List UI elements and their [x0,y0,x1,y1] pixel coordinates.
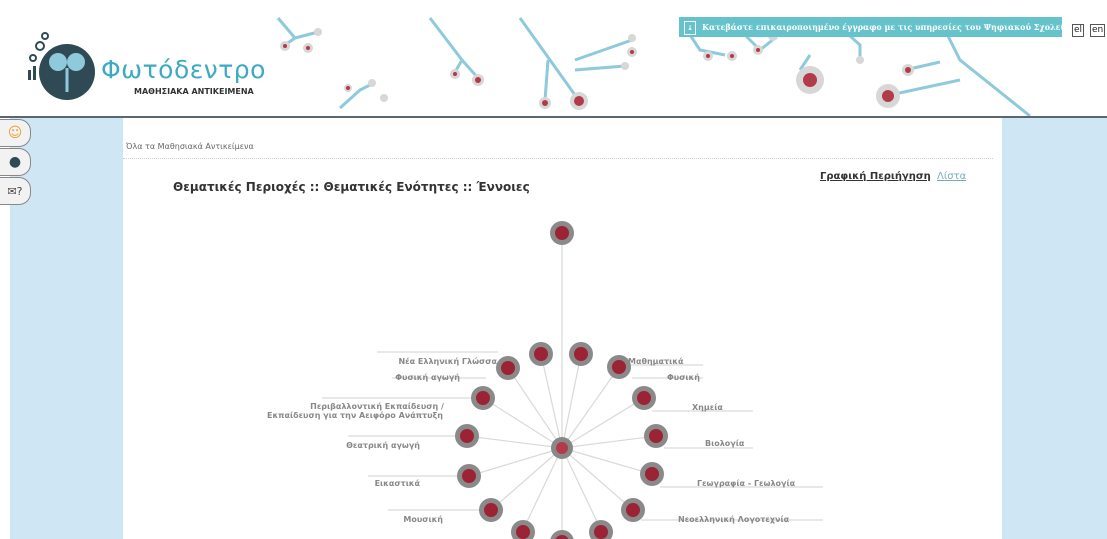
label-visual-arts[interactable]: Εικαστικά [375,479,421,488]
logo-icon [28,32,95,100]
tree-tab[interactable]: ● [0,148,31,176]
label-biology[interactable]: Βιολογία [705,438,745,448]
download-notice-text: Κατεβάστε επικαιροποιημένο έγγραφο με τι… [702,22,1062,32]
lang-el-button[interactable]: el [1072,24,1085,37]
site-header: Φωτόδεντρο ΜΑΘΗΣΙΑΚΑ ΑΝΤΙΚΕΙΜΕΝΑ ⤓ Κατεβά… [0,0,1107,118]
root-node[interactable] [550,221,574,245]
subject-graph: Νέα Ελληνική Γλώσσα Φυσική αγωγή Περιβαλ… [267,221,823,539]
label-physics[interactable]: Φυσική [667,373,700,382]
mail-help-icon: ✉? [7,185,23,198]
smiley-icon: ☺ [7,125,23,141]
center-hub[interactable] [551,437,573,459]
logo-subtitle: ΜΑΘΗΣΙΑΚΑ ΑΝΤΙΚΕΙΜΕΝΑ [134,87,254,96]
pdf-icon: ⤓ [684,21,696,35]
label-music[interactable]: Μουσική [403,515,443,524]
label-greek-language[interactable]: Νέα Ελληνική Γλώσσα [398,356,497,366]
label-environmental-education-line1[interactable]: Περιβαλλοντική Εκπαίδευση / [310,401,444,411]
smiley-tab[interactable]: ☺ [0,119,31,147]
main-content: Όλα τα Μαθησιακά Αντικείμενα Θεματικές Π… [123,118,1002,539]
label-geography-geology[interactable]: Γεωγραφία - Γεωλογία [697,478,796,488]
tree-icon: ● [8,154,22,170]
label-environmental-education-line2[interactable]: Εκπαίδευση για την Αειφόρο Ανάπτυξη [267,410,443,420]
label-mathematics[interactable]: Μαθηματικά [628,357,684,366]
download-notice[interactable]: ⤓ Κατεβάστε επικαιροποιημένο έγγραφο με τ… [679,17,1062,37]
label-modern-greek-literature[interactable]: Νεοελληνική Λογοτεχνία [678,514,790,524]
label-theatre[interactable]: Θεατρική αγωγή [346,441,420,450]
lang-en-button[interactable]: en [1090,24,1106,37]
label-chemistry[interactable]: Χημεία [692,402,723,412]
label-physical-education[interactable]: Φυσική αγωγή [395,373,460,382]
right-background-panel [1002,118,1107,539]
logo-title[interactable]: Φωτόδεντρο [101,55,266,84]
mail-help-tab[interactable]: ✉? [0,177,31,205]
